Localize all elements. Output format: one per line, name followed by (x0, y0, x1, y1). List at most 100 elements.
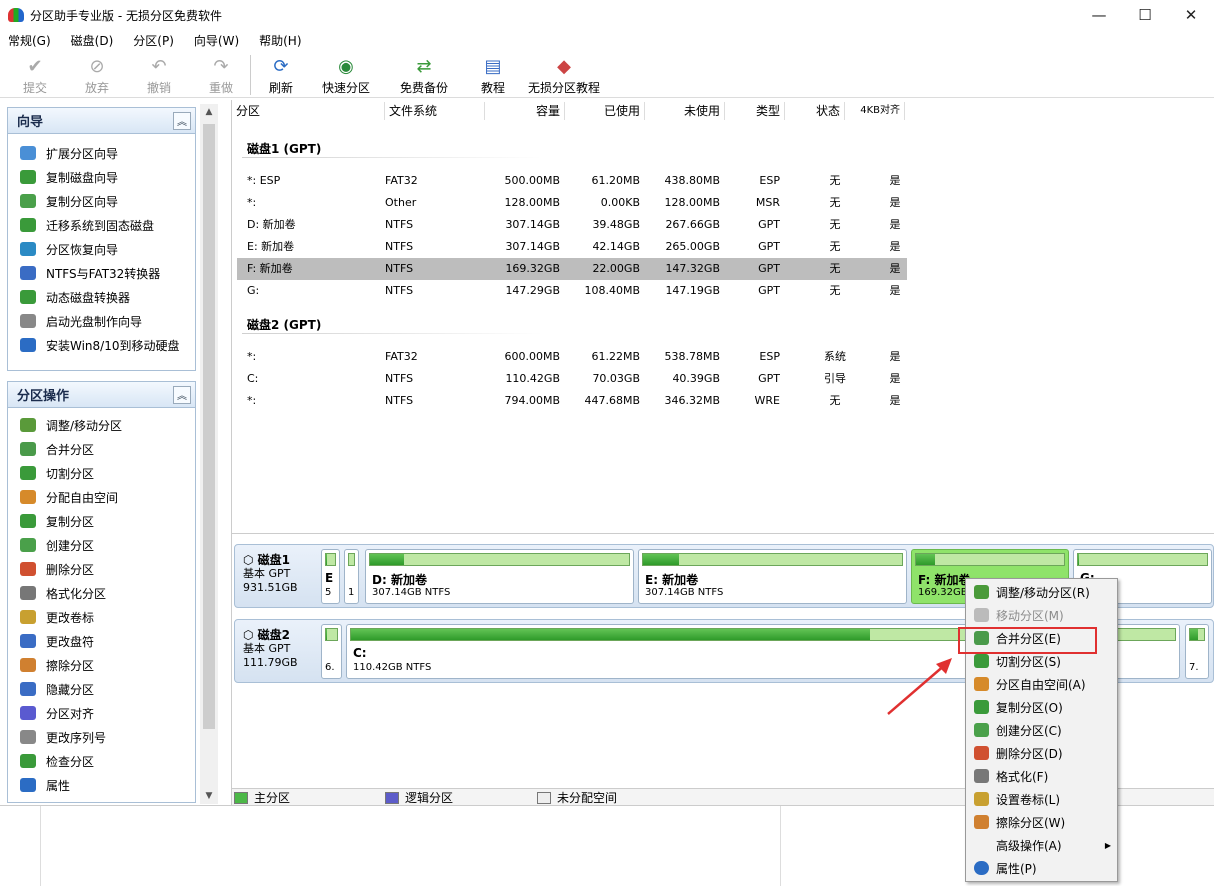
sidebar-item[interactable]: 更改盘符 (8, 629, 195, 653)
sidebar-item[interactable]: 复制磁盘向导 (8, 165, 195, 189)
table-row[interactable]: E: 新加卷 NTFS 307.14GB 42.14GB 265.00GB GPT 无 是 (237, 236, 907, 258)
sidebar-item[interactable]: 迁移系统到固态磁盘 (8, 213, 195, 237)
segment-size: 169.32GB (918, 587, 968, 598)
sidebar-item[interactable]: 切割分区 (8, 461, 195, 485)
col-partition[interactable]: 分区 (232, 102, 385, 120)
table-row[interactable]: F: 新加卷 NTFS 169.32GB 22.00GB 147.32GB GPT 无 是 (237, 258, 907, 280)
sidebar-item[interactable]: 创建分区 (8, 533, 195, 557)
context-menu-item[interactable]: 分区自由空间(A) (968, 673, 1117, 695)
table-cell: 无 (829, 394, 841, 407)
sidebar-item[interactable]: 分配自由空间 (8, 485, 195, 509)
menu-item-icon (974, 792, 989, 806)
sidebar-item[interactable]: 动态磁盘转换器 (8, 285, 195, 309)
context-menu-item[interactable]: 高级操作(A) ▶ (968, 834, 1117, 856)
sidebar-item[interactable]: 更改卷标 (8, 605, 195, 629)
context-menu-item[interactable]: 属性(P) (968, 857, 1117, 879)
table-row[interactable]: *: NTFS 794.00MB 447.68MB 346.32MB WRE 无 是 (237, 390, 907, 412)
menu-item-icon (974, 585, 989, 599)
sidebar-item[interactable]: 更改序列号 (8, 725, 195, 749)
sidebar-item[interactable]: 复制分区向导 (8, 189, 195, 213)
col-unused[interactable]: 未使用 (645, 102, 725, 120)
sidebar-item[interactable]: 安装Win8/10到移动硬盘 (8, 333, 195, 357)
submit-button[interactable]: ✔ 提交 (16, 52, 54, 98)
quick-partition-button[interactable]: ◉ 快速分区 (311, 52, 381, 98)
segment-size: 5 (325, 587, 332, 598)
sidebar-item[interactable]: 启动光盘制作向导 (8, 309, 195, 333)
partition-segment[interactable]: 6. (321, 624, 342, 679)
table-cell: 147.19GB (665, 284, 720, 297)
sidebar-item[interactable]: 调整/移动分区 (8, 413, 195, 437)
context-menu-item[interactable]: 复制分区(O) (968, 696, 1117, 718)
col-filesystem[interactable]: 文件系统 (385, 102, 485, 120)
sidebar-item[interactable]: 扩展分区向导 (8, 141, 195, 165)
context-menu-item[interactable]: 删除分区(D) (968, 742, 1117, 764)
menu-disk[interactable]: 磁盘(D) (65, 32, 120, 49)
col-status[interactable]: 状态 (785, 102, 845, 120)
discard-button[interactable]: ⊘ 放弃 (78, 52, 116, 98)
sidebar-item-icon (20, 218, 36, 232)
sidebar-scrollbar[interactable]: ▲ ▼ (200, 104, 218, 804)
partition-segment[interactable]: E: 新加卷 307.14GB NTFS (638, 549, 907, 604)
redo-button[interactable]: ↷ 重做 (202, 52, 240, 98)
scroll-thumb[interactable] (203, 124, 215, 729)
submit-label: 提交 (22, 81, 47, 95)
table-row[interactable]: *: ESP FAT32 500.00MB 61.20MB 438.80MB ESP 无 是 (237, 170, 907, 192)
sidebar-item[interactable]: 检查分区 (8, 749, 195, 773)
menu-partition[interactable]: 分区(P) (127, 32, 180, 49)
menu-bar: 常规(G) 磁盘(D) 分区(P) 向导(W) 帮助(H) (0, 30, 1214, 50)
table-row[interactable]: *: FAT32 600.00MB 61.22MB 538.78MB ESP 系统 是 (237, 346, 907, 368)
sidebar-item[interactable]: 隐藏分区 (8, 677, 195, 701)
context-menu-item[interactable]: 设置卷标(L) (968, 788, 1117, 810)
lossless-tutorial-button[interactable]: ◆ 无损分区教程 (521, 52, 607, 98)
context-menu-item[interactable]: 调整/移动分区(R) (968, 581, 1117, 603)
sidebar-item[interactable]: 擦除分区 (8, 653, 195, 677)
table-row[interactable]: C: NTFS 110.42GB 70.03GB 40.39GB GPT 引导 是 (237, 368, 907, 390)
col-type[interactable]: 类型 (725, 102, 785, 120)
partition-segment[interactable]: 1 (344, 549, 359, 604)
table-row[interactable]: D: 新加卷 NTFS 307.14GB 39.48GB 267.66GB GPT 无 是 (237, 214, 907, 236)
sidebar-item-icon (20, 658, 36, 672)
sidebar-item[interactable]: 分区对齐 (8, 701, 195, 725)
menu-general[interactable]: 常规(G) (2, 32, 57, 49)
partition-segment[interactable]: D: 新加卷 307.14GB NTFS (365, 549, 634, 604)
partition-segment[interactable]: E5 (321, 549, 340, 604)
menu-wizard[interactable]: 向导(W) (188, 32, 245, 49)
undo-button[interactable]: ↶ 撤销 (140, 52, 178, 98)
table-cell: NTFS (385, 284, 414, 297)
scroll-down-icon[interactable]: ▼ (200, 788, 218, 804)
context-menu-item[interactable]: 格式化(F) (968, 765, 1117, 787)
context-menu-item[interactable]: 创建分区(C) (968, 719, 1117, 741)
sidebar-item[interactable]: 属性 (8, 773, 195, 797)
minimize-button[interactable]: — (1076, 0, 1122, 30)
sidebar-item-icon (20, 170, 36, 184)
col-4k-align[interactable]: 4KB对齐 (845, 102, 905, 120)
col-used[interactable]: 已使用 (565, 102, 645, 120)
sidebar-item[interactable]: NTFS与FAT32转换器 (8, 261, 195, 285)
sidebar-item[interactable]: 删除分区 (8, 557, 195, 581)
free-backup-button[interactable]: ⇄ 免费备份 (389, 52, 459, 98)
tutorial-button[interactable]: ▤ 教程 (473, 52, 513, 98)
menu-help[interactable]: 帮助(H) (253, 32, 307, 49)
sidebar-item-label: 分区对齐 (46, 706, 95, 721)
sidebar-item-label: 复制分区向导 (46, 194, 119, 209)
sidebar-item[interactable]: 格式化分区 (8, 581, 195, 605)
close-button[interactable]: ✕ (1168, 0, 1214, 30)
maximize-button[interactable]: ☐ (1122, 0, 1168, 30)
sidebar-item[interactable]: 复制分区 (8, 509, 195, 533)
sidebar-item[interactable]: 分区恢复向导 (8, 237, 195, 261)
col-capacity[interactable]: 容量 (485, 102, 565, 120)
scroll-up-icon[interactable]: ▲ (200, 104, 218, 120)
sidebar-item[interactable]: 合并分区 (8, 437, 195, 461)
table-row[interactable]: G: NTFS 147.29GB 108.40MB 147.19GB GPT 无 是 (237, 280, 907, 302)
context-menu-item[interactable]: 移动分区(M) (968, 604, 1117, 626)
refresh-button[interactable]: ⟳ 刷新 (261, 52, 301, 98)
splitter[interactable] (232, 533, 1214, 539)
table-row[interactable]: *: Other 128.00MB 0.00KB 128.00MB MSR 无 是 (237, 192, 907, 214)
divider (40, 806, 41, 886)
context-menu-item[interactable]: 擦除分区(W) (968, 811, 1117, 833)
table-cell: NTFS (385, 372, 414, 385)
undo-label: 撤销 (146, 81, 171, 95)
collapse-icon[interactable]: ︽ (173, 385, 191, 404)
partition-segment[interactable]: 7. (1185, 624, 1209, 679)
collapse-icon[interactable]: ︽ (173, 111, 191, 130)
